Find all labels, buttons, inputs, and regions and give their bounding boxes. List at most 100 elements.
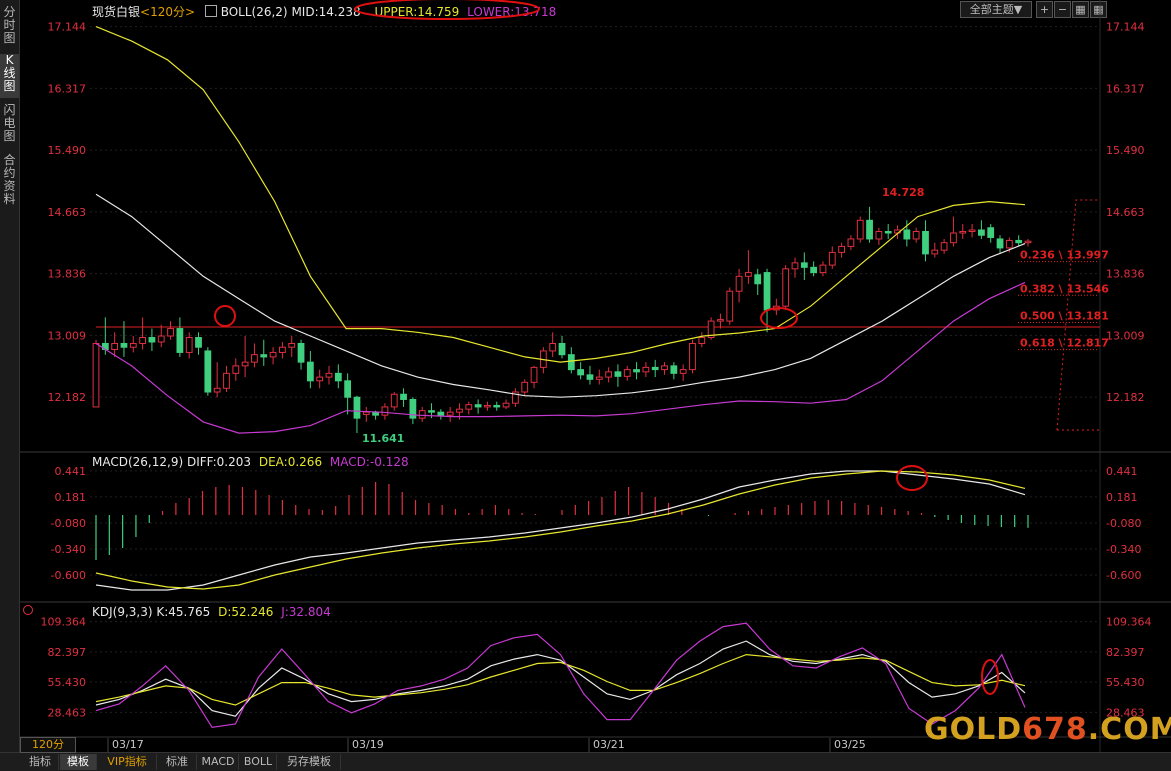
- candle-body: [978, 229, 985, 236]
- price-left-tick: 17.144: [48, 21, 87, 34]
- candle-body: [306, 361, 314, 382]
- candle-body: [605, 371, 612, 378]
- tab-indicator[interactable]: 指标: [22, 754, 59, 770]
- candle-body: [344, 380, 352, 398]
- candle-body: [623, 369, 631, 377]
- tab-boll[interactable]: BOLL: [240, 754, 277, 770]
- candle-body: [800, 262, 808, 268]
- price-left-tick: 13.836: [48, 268, 87, 281]
- candle-body: [633, 369, 640, 373]
- candle-body: [987, 227, 995, 238]
- fib-level-label: 0.382 \ 13.546: [1020, 282, 1109, 295]
- candle-body: [940, 242, 948, 251]
- candle-body: [912, 231, 920, 240]
- macd-left-tick: -0.080: [51, 517, 86, 530]
- candle-body: [185, 337, 193, 353]
- candle-body: [922, 231, 929, 255]
- candle-body: [157, 335, 165, 343]
- candle-body: [428, 410, 435, 413]
- macd-right-tick: -0.600: [1106, 569, 1141, 582]
- candle-body: [493, 404, 501, 408]
- tab-macd[interactable]: MACD: [198, 754, 239, 770]
- x-tick-label: 03/19: [352, 738, 384, 751]
- candle-body: [521, 381, 529, 393]
- watermark-logo: GOLD678.COM: [924, 712, 1171, 747]
- candle-body: [847, 238, 855, 247]
- candle-body: [1024, 240, 1032, 244]
- candle-body: [931, 249, 939, 255]
- candle-body: [139, 337, 146, 344]
- boll-lower-line: [95, 281, 1026, 434]
- low-price-label: 11.641: [362, 432, 404, 445]
- candle-body: [269, 351, 277, 358]
- chart-highlight-circle: [214, 305, 236, 327]
- macd-left-tick: 0.181: [55, 491, 87, 504]
- tab-standard[interactable]: 标准: [158, 754, 197, 770]
- candle-body: [381, 406, 389, 416]
- price-right-tick: 13.836: [1106, 268, 1145, 281]
- candle-body: [484, 404, 491, 408]
- candle-body: [875, 231, 883, 240]
- candle-body: [586, 374, 594, 380]
- candle-body: [689, 342, 696, 371]
- candle-body: [167, 328, 174, 337]
- candle-body: [334, 372, 342, 382]
- macd-left-tick: -0.600: [51, 569, 86, 582]
- candle-body: [661, 365, 668, 371]
- macd-right-tick: -0.080: [1106, 517, 1141, 530]
- bottom-toolbar: 指标 模板 VIP指标 标准 MACD BOLL 另存模板: [0, 752, 1171, 771]
- kdj-highlight-circle: [981, 659, 999, 695]
- fib-level-label: 0.500 \ 13.181: [1020, 310, 1109, 323]
- candle-body: [717, 319, 724, 322]
- candle-body: [279, 346, 286, 353]
- header-highlight-circle: [354, 0, 540, 20]
- candle-body: [595, 376, 603, 380]
- kdj-right-tick: 109.364: [1106, 616, 1152, 629]
- candle-body: [129, 342, 137, 348]
- candle-body: [530, 366, 538, 383]
- kdj-left-tick: 28.463: [48, 706, 87, 719]
- x-tick-label: 03/21: [593, 738, 625, 751]
- candle-body: [195, 337, 202, 348]
- candle-body: [791, 262, 799, 270]
- candle-body: [260, 354, 268, 358]
- candle-body: [866, 219, 873, 240]
- candle-body: [856, 219, 864, 240]
- candle-body: [120, 342, 128, 348]
- candle-body: [763, 272, 771, 311]
- tab-vip-indicator[interactable]: VIP指标: [98, 754, 157, 770]
- tab-template[interactable]: 模板: [60, 754, 97, 770]
- price-left-tick: 14.663: [48, 206, 87, 219]
- tab-save-template[interactable]: 另存模板: [278, 754, 341, 770]
- candle-body: [204, 350, 212, 393]
- candle-body: [418, 410, 426, 419]
- price-right-tick: 14.663: [1106, 206, 1145, 219]
- candle-body: [465, 404, 473, 410]
- candle-body: [838, 245, 845, 253]
- candle-body: [679, 369, 687, 374]
- candle-body: [213, 387, 221, 393]
- candle-body: [642, 366, 650, 373]
- candle-body: [288, 342, 296, 348]
- candle-body: [828, 251, 836, 266]
- candle-body: [754, 274, 762, 285]
- kdj-j-line: [95, 622, 1026, 729]
- candle-body: [726, 290, 734, 322]
- period-box[interactable]: 120分: [20, 737, 76, 753]
- candle-body: [316, 376, 324, 382]
- candle-body: [959, 231, 967, 234]
- candle-body: [502, 402, 510, 408]
- price-right-tick: 17.144: [1106, 21, 1145, 34]
- candle-body: [950, 232, 957, 244]
- candle-body: [297, 342, 305, 363]
- candle-body: [810, 266, 818, 274]
- candle-body: [390, 393, 398, 408]
- candle-body: [903, 229, 911, 240]
- chart-canvas: 0.236 \ 13.997 0.382 \ 13.546 0.500 \ 13.1…: [20, 0, 1171, 752]
- candle-body: [92, 342, 100, 408]
- price-left-tick: 12.182: [48, 391, 87, 404]
- price-right-tick: 13.009: [1106, 329, 1145, 342]
- price-left-tick: 15.490: [48, 144, 87, 157]
- candle-body: [456, 408, 463, 413]
- candle-body: [232, 365, 240, 374]
